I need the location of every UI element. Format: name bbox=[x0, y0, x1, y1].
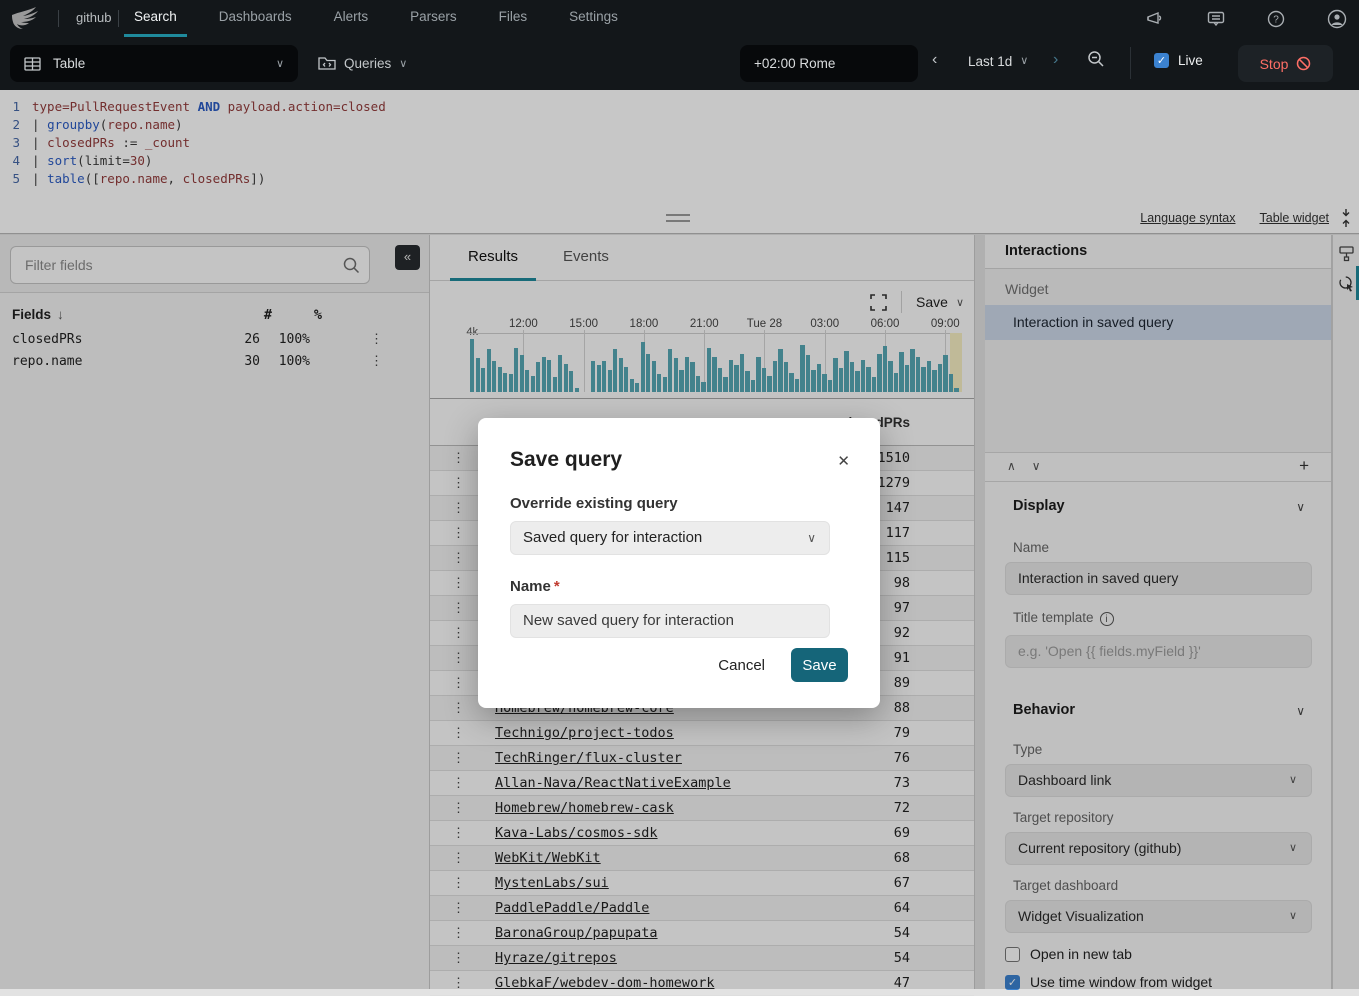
query-name-input[interactable]: New saved query for interaction bbox=[510, 604, 830, 638]
override-query-value: Saved query for interaction bbox=[523, 529, 702, 546]
query-name-label: Name* bbox=[510, 578, 848, 595]
toolbar-divider bbox=[1130, 47, 1131, 79]
stop-button[interactable]: Stop bbox=[1238, 45, 1333, 82]
stop-label: Stop bbox=[1260, 56, 1289, 72]
time-range-label: Last 1d bbox=[968, 54, 1012, 69]
nav-tabs: Search Dashboards Alerts Parsers Files Settin… bbox=[134, 0, 618, 37]
queries-folder-icon bbox=[318, 56, 336, 71]
nav-tab-dashboards[interactable]: Dashboards bbox=[219, 0, 292, 37]
modal-title: Save query bbox=[510, 448, 848, 472]
live-label: Live bbox=[1178, 53, 1203, 68]
nav-divider bbox=[58, 10, 59, 27]
live-toggle[interactable]: ✓ Live bbox=[1154, 53, 1203, 68]
repo-name[interactable]: github bbox=[76, 10, 111, 25]
svg-text:?: ? bbox=[1273, 14, 1279, 25]
megaphone-icon[interactable] bbox=[1146, 11, 1165, 27]
timezone-label: +02:00 Rome bbox=[754, 56, 835, 71]
stop-slash-icon bbox=[1296, 56, 1311, 71]
time-range-next-button[interactable]: › bbox=[1053, 51, 1058, 69]
help-icon[interactable]: ? bbox=[1267, 10, 1285, 28]
crowdstrike-falcon-logo[interactable] bbox=[10, 6, 48, 31]
queries-button[interactable]: Queries ∨ bbox=[318, 45, 407, 82]
chevron-down-icon: ∨ bbox=[276, 57, 284, 70]
time-range-prev-button[interactable]: ‹ bbox=[932, 51, 937, 69]
live-checkbox[interactable]: ✓ bbox=[1154, 53, 1169, 68]
nav-divider bbox=[118, 10, 119, 27]
required-marker: * bbox=[554, 578, 560, 595]
table-icon bbox=[24, 57, 41, 71]
view-selector-label: Table bbox=[53, 56, 85, 71]
timezone-selector[interactable]: +02:00 Rome bbox=[740, 45, 918, 82]
nav-tab-settings[interactable]: Settings bbox=[569, 0, 618, 37]
close-icon[interactable]: ✕ bbox=[837, 452, 850, 470]
feedback-icon[interactable] bbox=[1207, 11, 1225, 27]
chevron-down-icon: ∨ bbox=[807, 522, 816, 554]
account-icon[interactable] bbox=[1327, 9, 1347, 29]
nav-tab-alerts[interactable]: Alerts bbox=[334, 0, 369, 37]
chevron-down-icon: ∨ bbox=[1020, 54, 1028, 69]
nav-tab-search[interactable]: Search bbox=[134, 0, 177, 37]
time-range-selector[interactable]: Last 1d ∨ bbox=[968, 54, 1028, 69]
nav-tab-files[interactable]: Files bbox=[499, 0, 528, 37]
zoom-out-icon[interactable] bbox=[1086, 49, 1106, 69]
cancel-button[interactable]: Cancel bbox=[718, 657, 765, 674]
save-query-modal: Save query ✕ Override existing query Sav… bbox=[478, 418, 880, 708]
top-nav: github Search Dashboards Alerts Parsers File… bbox=[0, 0, 1359, 37]
nav-tab-parsers[interactable]: Parsers bbox=[410, 0, 457, 37]
queries-label: Queries bbox=[344, 56, 391, 71]
override-query-select[interactable]: Saved query for interaction ∨ bbox=[510, 521, 830, 555]
chevron-down-icon: ∨ bbox=[399, 57, 407, 70]
view-selector[interactable]: Table ∨ bbox=[10, 45, 298, 82]
override-query-label: Override existing query bbox=[510, 495, 848, 512]
query-toolbar: Table ∨ Queries ∨ +02:00 Rome ‹ Last 1d … bbox=[0, 37, 1359, 90]
save-button[interactable]: Save bbox=[791, 648, 848, 682]
